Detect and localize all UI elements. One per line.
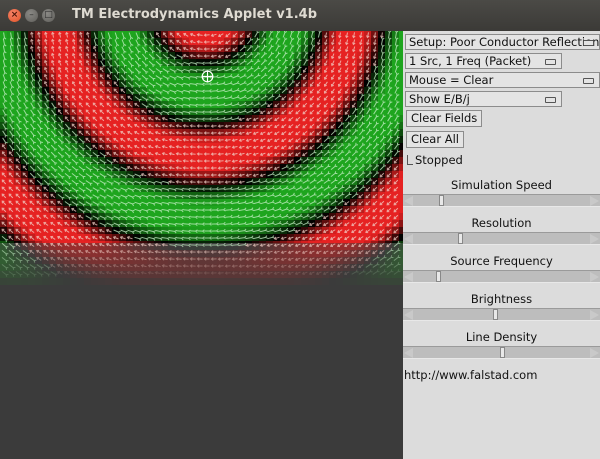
chevron-down-icon: [583, 78, 594, 84]
title-bar[interactable]: × – □ TM Electrodynamics Applet v1.4b: [0, 0, 600, 31]
slider-thumb[interactable]: [499, 347, 505, 358]
slider-thumb[interactable]: [439, 195, 445, 206]
stopped-checkbox-label: Stopped: [415, 153, 463, 167]
source-dropdown-value: 1 Src, 1 Freq (Packet): [409, 54, 532, 68]
stopped-checkbox[interactable]: Stopped: [407, 153, 463, 167]
show-field-dropdown[interactable]: Show E/B/j: [405, 91, 562, 107]
source-dropdown[interactable]: 1 Src, 1 Freq (Packet): [405, 53, 562, 69]
setup-dropdown-value: Setup: Poor Conductor Reflection: [409, 35, 600, 49]
window-title: TM Electrodynamics Applet v1.4b: [72, 7, 318, 22]
arrow-left-icon[interactable]: [404, 348, 413, 358]
slider-thumb[interactable]: [435, 271, 441, 282]
slider-thumb[interactable]: [492, 309, 498, 320]
arrow-left-icon[interactable]: [404, 196, 413, 206]
resolution-label: Resolution: [471, 216, 532, 230]
line-density-label: Line Density: [465, 330, 538, 344]
field-visualization: [0, 31, 403, 285]
arrow-right-icon[interactable]: [590, 196, 599, 206]
setup-dropdown[interactable]: Setup: Poor Conductor Reflection: [405, 34, 600, 50]
arrow-left-icon[interactable]: [404, 272, 413, 282]
close-icon[interactable]: ×: [8, 9, 21, 22]
website-link[interactable]: http://www.falstad.com: [404, 368, 537, 382]
source-frequency-label: Source Frequency: [450, 254, 553, 268]
arrow-right-icon[interactable]: [590, 310, 599, 320]
show-field-dropdown-value: Show E/B/j: [409, 92, 470, 106]
brightness-slider[interactable]: [403, 308, 600, 321]
line-density-slider[interactable]: [403, 346, 600, 359]
arrow-left-icon[interactable]: [404, 234, 413, 244]
simulation-canvas[interactable]: [0, 31, 403, 459]
checkbox-icon: [407, 155, 413, 165]
crosshair-icon: [201, 70, 214, 83]
mouse-mode-dropdown-value: Mouse = Clear: [409, 73, 494, 87]
clear-fields-button[interactable]: Clear Fields: [406, 110, 483, 127]
slider-thumb[interactable]: [458, 233, 464, 244]
chevron-down-icon: [545, 97, 556, 103]
source-frequency-slider[interactable]: [403, 270, 600, 283]
arrow-right-icon[interactable]: [590, 234, 599, 244]
applet-window: × – □ TM Electrodynamics Applet v1.4b Se…: [0, 0, 600, 459]
arrow-right-icon[interactable]: [590, 272, 599, 282]
arrow-left-icon[interactable]: [404, 310, 413, 320]
field-fade: [0, 243, 403, 285]
chevron-down-icon: [583, 40, 594, 46]
minimize-icon[interactable]: –: [25, 9, 38, 22]
chevron-down-icon: [545, 59, 556, 65]
simulation-speed-slider[interactable]: [403, 194, 600, 207]
simulation-speed-label: Simulation Speed: [451, 178, 552, 192]
mouse-mode-dropdown[interactable]: Mouse = Clear: [405, 72, 600, 88]
resolution-slider[interactable]: [403, 232, 600, 245]
arrow-right-icon[interactable]: [590, 348, 599, 358]
clear-all-button[interactable]: Clear All: [406, 131, 464, 148]
control-panel: Setup: Poor Conductor Reflection 1 Src, …: [403, 31, 600, 459]
maximize-icon[interactable]: □: [42, 9, 55, 22]
brightness-label: Brightness: [470, 292, 533, 306]
